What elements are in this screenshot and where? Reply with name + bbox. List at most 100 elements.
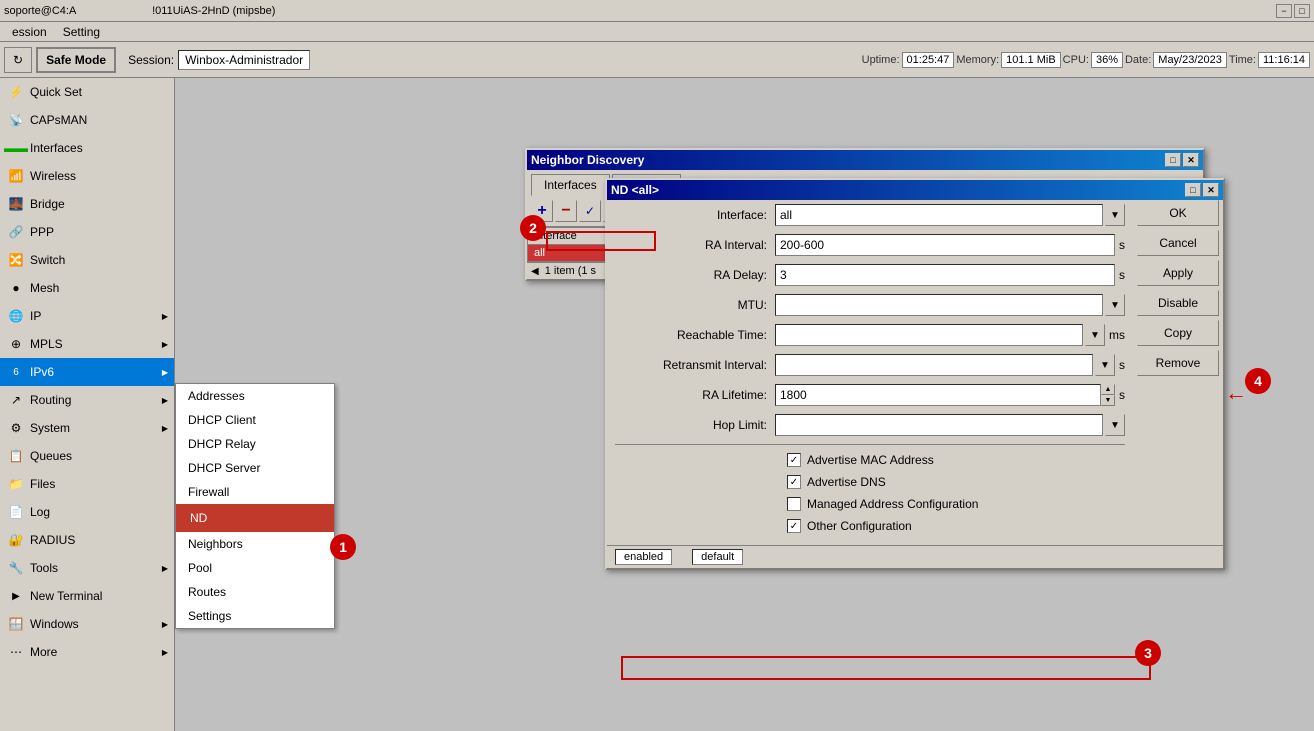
nd-all-minimize[interactable]: □	[1185, 183, 1201, 197]
hop-limit-row: Hop Limit: ▼	[607, 410, 1133, 440]
sidebar-item-interfaces[interactable]: ▬▬ Interfaces	[0, 134, 174, 162]
reachable-input[interactable]	[775, 324, 1083, 346]
form-spacer	[607, 537, 1133, 545]
nd-window-minimize[interactable]: □	[1165, 153, 1181, 167]
ra-lifetime-unit: s	[1119, 388, 1125, 402]
sidebar-item-mesh[interactable]: ● Mesh	[0, 274, 174, 302]
interface-dropdown-btn[interactable]: ▼	[1105, 204, 1125, 226]
reachable-dropdown-btn[interactable]: ▼	[1085, 324, 1105, 346]
date-label: Date:	[1125, 54, 1151, 66]
menu-item-session[interactable]: ession	[4, 23, 55, 41]
sidebar-item-switch[interactable]: 🔀 Switch	[0, 246, 174, 274]
maximize-button[interactable]: □	[1294, 4, 1310, 18]
ok-button[interactable]: OK	[1137, 200, 1219, 226]
window-title: soporte@C4:A	[4, 5, 76, 17]
retransmit-row: Retransmit Interval: ▼ s	[607, 350, 1133, 380]
sidebar-item-ipv6[interactable]: 6 IPv6	[0, 358, 174, 386]
sidebar-item-wireless[interactable]: 📶 Wireless	[0, 162, 174, 190]
sidebar-item-new-terminal[interactable]: ▶ New Terminal	[0, 582, 174, 610]
sidebar-item-ppp[interactable]: 🔗 PPP	[0, 218, 174, 246]
submenu-dhcp-client[interactable]: DHCP Client	[176, 408, 334, 432]
nd-window-controls: □ ✕	[1165, 153, 1199, 167]
nd-scroll-left[interactable]: ◀	[531, 266, 539, 277]
sidebar-item-files[interactable]: 📁 Files	[0, 470, 174, 498]
sidebar-item-windows[interactable]: 🪟 Windows	[0, 610, 174, 638]
window-controls: − □	[1276, 4, 1310, 18]
submenu-neighbors[interactable]: Neighbors	[176, 532, 334, 556]
routing-icon: ↗	[8, 392, 24, 408]
bottom-enabled: enabled	[615, 549, 672, 565]
sidebar-label-mesh: Mesh	[30, 281, 59, 295]
remove-button[interactable]: Remove	[1137, 350, 1219, 376]
sidebar-item-radius[interactable]: 🔐 RADIUS	[0, 526, 174, 554]
ra-lifetime-input[interactable]	[775, 384, 1101, 406]
log-icon: 📄	[8, 504, 24, 520]
sidebar-item-routing[interactable]: ↗ Routing	[0, 386, 174, 414]
nd-tab-interfaces[interactable]: Interfaces	[531, 174, 610, 196]
mtu-input[interactable]	[775, 294, 1103, 316]
sidebar-item-mpls[interactable]: ⊕ MPLS	[0, 330, 174, 358]
sidebar-item-more[interactable]: ⋯ More	[0, 638, 174, 666]
apply-button[interactable]: Apply	[1137, 260, 1219, 286]
title-bar: soporte@C4:A !011UiAS-2HnD (mipsbe) − □	[0, 0, 1314, 22]
submenu-dhcp-relay[interactable]: DHCP Relay	[176, 432, 334, 456]
sidebar-item-tools[interactable]: 🔧 Tools	[0, 554, 174, 582]
interface-input[interactable]	[775, 204, 1103, 226]
retransmit-input[interactable]	[775, 354, 1093, 376]
copy-button[interactable]: Copy	[1137, 320, 1219, 346]
sidebar-item-capsman[interactable]: 📡 CAPsMAN	[0, 106, 174, 134]
safe-mode-button[interactable]: Safe Mode	[36, 47, 116, 73]
time-value: 11:16:14	[1258, 52, 1310, 68]
session-value: Winbox-Administrador	[178, 50, 310, 70]
retransmit-label: Retransmit Interval:	[615, 358, 775, 372]
wireless-icon: 📶	[8, 168, 24, 184]
sidebar-label-files: Files	[30, 477, 55, 491]
sidebar: ⚡ Quick Set 📡 CAPsMAN ▬▬ Interfaces 📶 Wi…	[0, 78, 175, 731]
submenu-settings[interactable]: Settings	[176, 604, 334, 628]
nd-all-close[interactable]: ✕	[1203, 183, 1219, 197]
btn-panel: OK Cancel Apply Disable Copy Remove	[1137, 200, 1219, 376]
cancel-button[interactable]: Cancel	[1137, 230, 1219, 256]
more-icon: ⋯	[8, 644, 24, 660]
submenu-dhcp-server[interactable]: DHCP Server	[176, 456, 334, 480]
advertise-mac-checkbox[interactable]: ✓	[787, 453, 801, 467]
sidebar-item-ip[interactable]: 🌐 IP	[0, 302, 174, 330]
other-config-checkbox[interactable]: ✓	[787, 519, 801, 533]
ra-lifetime-up[interactable]: ▲	[1101, 384, 1115, 395]
submenu-firewall[interactable]: Firewall	[176, 480, 334, 504]
reachable-unit: ms	[1109, 328, 1125, 342]
sidebar-label-wireless: Wireless	[30, 169, 76, 183]
submenu-pool[interactable]: Pool	[176, 556, 334, 580]
other-config-label: Other Configuration	[807, 519, 912, 533]
hop-limit-dropdown-btn[interactable]: ▼	[1105, 414, 1125, 436]
nd-remove-button[interactable]: −	[555, 200, 577, 222]
nd-window-close[interactable]: ✕	[1183, 153, 1199, 167]
ra-lifetime-down[interactable]: ▼	[1101, 395, 1115, 406]
ra-interval-input[interactable]	[775, 234, 1115, 256]
submenu-nd[interactable]: ND	[176, 504, 334, 532]
sidebar-item-quick-set[interactable]: ⚡ Quick Set	[0, 78, 174, 106]
status-bar: Uptime: 01:25:47 Memory: 101.1 MiB CPU: …	[314, 52, 1310, 68]
hop-limit-input[interactable]	[775, 414, 1103, 436]
disable-button[interactable]: Disable	[1137, 290, 1219, 316]
minimize-button[interactable]: −	[1276, 4, 1292, 18]
refresh-button[interactable]: ↻	[4, 47, 32, 73]
menu-item-setting[interactable]: Setting	[55, 23, 108, 41]
retransmit-dropdown-btn[interactable]: ▼	[1095, 354, 1115, 376]
sidebar-item-log[interactable]: 📄 Log	[0, 498, 174, 526]
submenu-addresses[interactable]: Addresses	[176, 384, 334, 408]
sidebar-item-queues[interactable]: 📋 Queues	[0, 442, 174, 470]
ra-interval-label: RA Interval:	[615, 238, 775, 252]
nd-check-button[interactable]: ✓	[579, 200, 601, 222]
sidebar-item-system[interactable]: ⚙ System	[0, 414, 174, 442]
title-text: soporte@C4:A !011UiAS-2HnD (mipsbe)	[4, 5, 275, 17]
sidebar-item-bridge[interactable]: 🌉 Bridge	[0, 190, 174, 218]
nd-all-controls: □ ✕	[1185, 183, 1219, 197]
mtu-dropdown-btn[interactable]: ▼	[1105, 294, 1125, 316]
ra-delay-row: RA Delay: s	[607, 260, 1133, 290]
app-title: !011UiAS-2HnD (mipsbe)	[152, 5, 275, 17]
advertise-dns-checkbox[interactable]: ✓	[787, 475, 801, 489]
submenu-routes[interactable]: Routes	[176, 580, 334, 604]
ra-delay-input[interactable]	[775, 264, 1115, 286]
managed-addr-checkbox[interactable]	[787, 497, 801, 511]
